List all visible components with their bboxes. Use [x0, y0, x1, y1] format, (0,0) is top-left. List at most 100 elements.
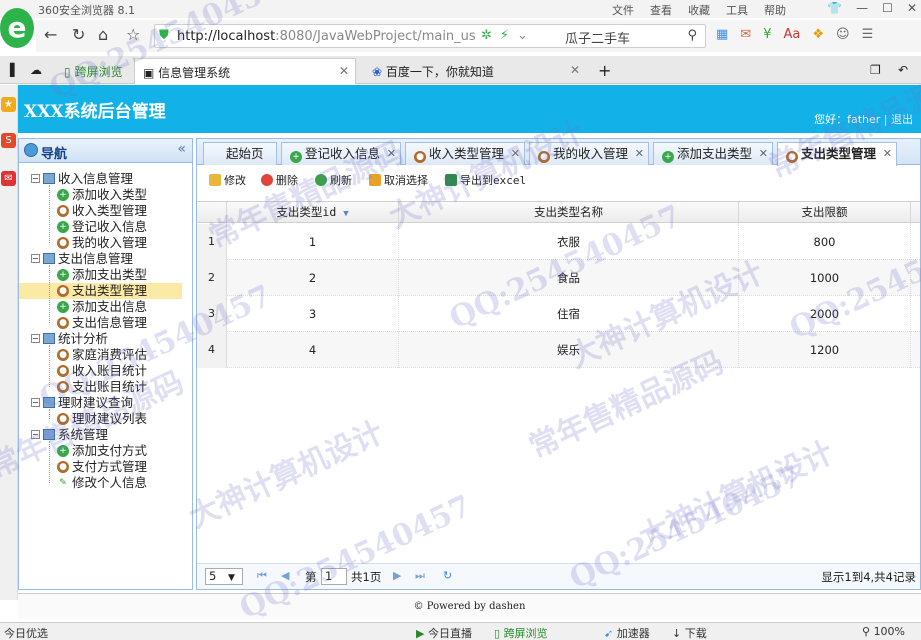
page-number-input[interactable]: 1 — [321, 568, 347, 585]
refresh-button[interactable]: 刷新 — [315, 172, 352, 188]
close-tab-icon[interactable]: ✕ — [635, 143, 644, 164]
search-icon[interactable]: ⚲ — [687, 28, 697, 43]
nav-item-15[interactable]: ● 理财建议列表 — [19, 411, 182, 427]
cancel-select-button[interactable]: 取消选择 — [369, 172, 428, 188]
chevron-down-icon[interactable]: ⌄ — [517, 28, 528, 43]
menu-view[interactable]: 查看 — [650, 2, 672, 18]
collapse-toggle-icon[interactable]: − — [31, 334, 40, 343]
cloud-icon[interactable]: ☁ — [22, 58, 50, 84]
close-tab-icon[interactable]: ✕ — [883, 143, 892, 164]
new-tab-icon[interactable]: + — [590, 56, 619, 82]
collapse-icon[interactable]: « — [177, 141, 186, 157]
edit-button[interactable]: 修改 — [209, 172, 246, 188]
search-suggestion[interactable]: 瓜子二手车 — [565, 28, 630, 47]
nav-item-2[interactable]: ● 收入类型管理 — [19, 203, 182, 219]
mail-side-icon[interactable]: ✉ — [1, 171, 16, 186]
table-row[interactable]: 4 4 娱乐 1200 — [197, 332, 920, 368]
menu-file[interactable]: 文件 — [612, 2, 634, 18]
star-icon[interactable]: ☆ — [126, 25, 140, 44]
minimize-icon[interactable]: — — [856, 1, 868, 15]
collapse-toggle-icon[interactable]: − — [31, 398, 40, 407]
nav-item-17[interactable]: + 添加支付方式 — [19, 443, 182, 459]
nav-item-9[interactable]: ● 支出信息管理 — [19, 315, 182, 331]
close-window-icon[interactable]: ✕ — [907, 1, 917, 15]
nav-item-7[interactable]: ● 支出类型管理 — [19, 283, 182, 299]
collapse-toggle-icon[interactable]: − — [31, 174, 40, 183]
address-url[interactable]: http://localhost:8080/JavaWebProject/mai… — [177, 29, 477, 44]
content-tab-4[interactable]: + 添加支出类型 ✕ — [653, 142, 773, 165]
favorite-icon[interactable]: ★ — [1, 97, 16, 112]
last-page-icon[interactable]: ⏭ — [415, 569, 425, 583]
next-page-icon[interactable]: ▶ — [393, 569, 401, 582]
close-tab-icon[interactable]: ✕ — [511, 143, 520, 164]
browser-tab-info-system[interactable]: ▣ 信息管理系统 ✕ — [134, 58, 356, 84]
back-icon[interactable]: ← — [44, 25, 57, 44]
delete-button[interactable]: 删除 — [261, 172, 298, 188]
menu-tools[interactable]: 工具 — [726, 2, 748, 18]
tab-list-icon[interactable]: ❐ — [862, 58, 889, 84]
menu-icon[interactable]: ☰ — [862, 27, 874, 42]
maximize-icon[interactable]: ☐ — [882, 1, 893, 15]
nav-group-16[interactable]: − 系统管理 — [19, 427, 192, 443]
home-icon[interactable]: ⌂ — [98, 25, 108, 44]
nav-item-1[interactable]: + 添加收入类型 — [19, 187, 182, 203]
prev-page-icon[interactable]: ◀ — [281, 569, 289, 582]
extension-icon[interactable]: ❖ — [812, 27, 824, 42]
status-download[interactable]: ↓ 下载 — [672, 625, 707, 640]
user-logout-link[interactable]: 您好：father | 退出 — [814, 111, 913, 127]
column-header-id[interactable]: 支出类型id ▼ — [227, 202, 399, 224]
content-tab-1[interactable]: + 登记收入信息 ✕ — [281, 142, 401, 165]
mail-icon[interactable]: ✉ — [740, 27, 751, 42]
nav-item-6[interactable]: + 添加支出类型 — [19, 267, 182, 283]
nav-item-8[interactable]: + 添加支出信息 — [19, 299, 182, 315]
nav-group-14[interactable]: − 理财建议查询 — [19, 395, 192, 411]
nav-group-0[interactable]: − 收入信息管理 — [19, 171, 192, 187]
nav-item-4[interactable]: ● 我的收入管理 — [19, 235, 182, 251]
browser-tab-baidu[interactable]: ❀ 百度一下，你就知道 ✕ — [364, 58, 586, 84]
nav-group-10[interactable]: − 统计分析 — [19, 331, 192, 347]
page-size-select[interactable]: 5 ▼ — [205, 568, 243, 585]
nav-item-18[interactable]: ● 支付方式管理 — [19, 459, 182, 475]
status-zoom[interactable]: ⚲ 100% — [862, 625, 905, 638]
undo-icon[interactable]: ↶ — [890, 58, 916, 84]
menu-help[interactable]: 帮助 — [764, 2, 786, 18]
translate-icon[interactable]: Aa — [783, 27, 800, 42]
nav-item-11[interactable]: ● 家庭消费评估 — [19, 347, 182, 363]
shirt-icon[interactable]: 👕 — [827, 1, 842, 15]
menu-favorites[interactable]: 收藏 — [688, 2, 710, 18]
status-accelerator[interactable]: ➹ 加速器 — [604, 625, 650, 640]
content-tab-3[interactable]: ● 我的收入管理 ✕ — [529, 142, 649, 165]
address-bar[interactable]: ⛊ http://localhost:8080/JavaWebProject/m… — [154, 24, 706, 48]
close-tab-icon[interactable]: ✕ — [387, 143, 396, 164]
lightning-icon[interactable]: ⚡ — [500, 28, 509, 43]
nav-item-12[interactable]: ● 收入账目统计 — [19, 363, 182, 379]
compat-icon[interactable]: ✲ — [481, 28, 492, 43]
nav-group-5[interactable]: − 支出信息管理 — [19, 251, 192, 267]
apps-icon[interactable]: ▦ — [716, 27, 728, 42]
status-cross-screen[interactable]: ▯ 跨屏浏览 — [494, 625, 548, 640]
money-icon[interactable]: ¥ — [763, 27, 771, 42]
status-live[interactable]: ▶ 今日直播 — [416, 625, 472, 640]
table-row[interactable]: 1 1 衣服 800 — [197, 224, 920, 260]
collapse-toggle-icon[interactable]: − — [31, 430, 40, 439]
close-tab-icon[interactable]: ✕ — [570, 63, 580, 77]
reload-icon[interactable]: ↻ — [72, 25, 85, 44]
game-icon[interactable]: ☺ — [836, 27, 850, 42]
nav-item-19[interactable]: ✎ 修改个人信息 — [19, 475, 182, 491]
column-header-name[interactable]: 支出类型名称 — [399, 202, 739, 224]
collapse-toggle-icon[interactable]: − — [31, 254, 40, 263]
browser-tab-cross-screen[interactable]: ▯ 跨屏浏览 — [56, 58, 128, 84]
pager-refresh-icon[interactable]: ↻ — [443, 569, 452, 582]
status-today-picks[interactable]: 今日优选 — [4, 625, 48, 640]
close-tab-icon[interactable]: ✕ — [759, 143, 768, 164]
table-row[interactable]: 2 2 食品 1000 — [197, 260, 920, 296]
weibo-icon[interactable]: S — [1, 133, 16, 148]
export-excel-button[interactable]: 导出到excel — [445, 172, 526, 188]
content-tab-5[interactable]: ● 支出类型管理 ✕ — [777, 142, 897, 166]
content-tab-2[interactable]: ● 收入类型管理 ✕ — [405, 142, 525, 165]
close-tab-icon[interactable]: ✕ — [339, 64, 349, 78]
nav-item-3[interactable]: + 登记收入信息 — [19, 219, 182, 235]
first-page-icon[interactable]: ⏮ — [257, 569, 267, 583]
content-tab-0[interactable]: 起始页 — [203, 142, 277, 165]
nav-item-13[interactable]: ● 支出账目统计 — [19, 379, 182, 395]
